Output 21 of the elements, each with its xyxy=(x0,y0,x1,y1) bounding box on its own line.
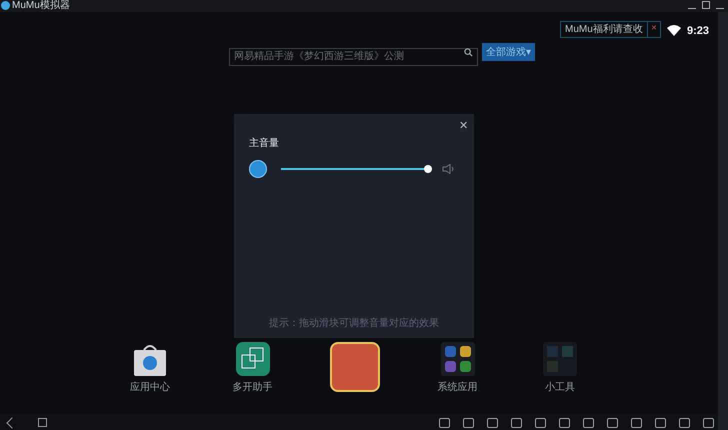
wifi-icon xyxy=(667,25,681,36)
app-label[interactable]: 系统应用 xyxy=(438,380,478,395)
app-logo-icon xyxy=(249,160,267,178)
all-games-button[interactable]: 全部游戏▾ xyxy=(482,43,535,61)
app-label[interactable]: 应用中心 xyxy=(130,380,170,395)
dialog-title: 主音量 xyxy=(249,136,279,151)
home-icon[interactable] xyxy=(38,418,47,427)
hint-text: 提示：拖动滑块可调整音量对应的效果 xyxy=(268,316,440,331)
shopping-bag-icon[interactable] xyxy=(132,342,168,376)
clock-text: 9:23 xyxy=(687,24,710,39)
app-logo-icon xyxy=(1,1,10,10)
slider-thumb[interactable] xyxy=(424,165,432,173)
notice-text[interactable]: MuMu福利请查收 xyxy=(561,22,648,37)
maximize-icon[interactable] xyxy=(702,1,710,9)
app-label[interactable]: 小工具 xyxy=(545,380,575,395)
app-folder-icon[interactable] xyxy=(440,342,474,376)
app-label[interactable]: 多开助手 xyxy=(232,380,272,395)
game-icon[interactable] xyxy=(330,342,380,392)
search-icon[interactable] xyxy=(464,48,473,57)
search-field[interactable]: 网易精品手游《梦幻西游三维版》公测 xyxy=(229,48,478,66)
close-button[interactable]: ✕ xyxy=(459,118,468,134)
